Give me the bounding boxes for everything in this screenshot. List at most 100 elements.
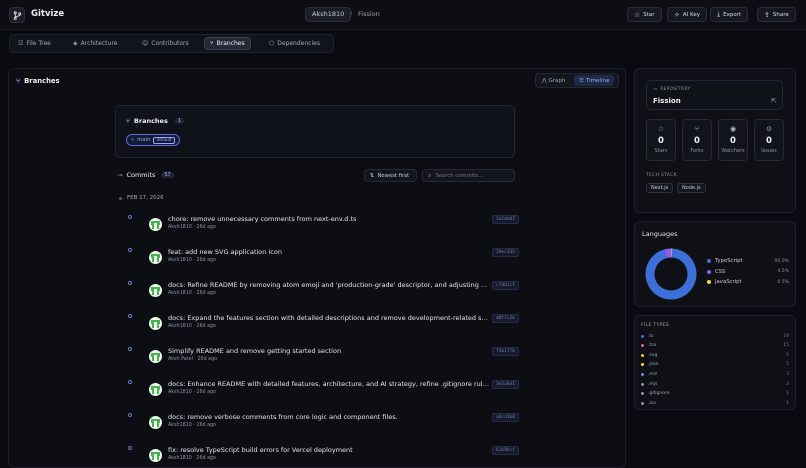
commit-time: 26d ago [196, 456, 216, 461]
commit-row[interactable]: docs: Enhance README with detailed featu… [119, 380, 519, 408]
file-type-ext: .ts [648, 333, 654, 339]
tab-file-tree[interactable]: ☷ File Tree [13, 37, 56, 50]
stat-value: 0 [766, 136, 772, 146]
tab-label: File Tree [26, 40, 51, 47]
commit-hash[interactable]: f3b1f7b [492, 347, 519, 356]
commit-time: 26d ago [196, 324, 216, 329]
star-button[interactable]: ☆ Star [627, 7, 662, 22]
file-type-row: .tsx 15 [641, 342, 789, 350]
commit-message[interactable]: docs: Enhance README with detailed featu… [168, 380, 490, 388]
commit-row[interactable]: feat: add new SVG application icon Aksh18… [119, 248, 519, 276]
avatar [149, 218, 162, 231]
sort-button[interactable]: ⇅ Newest first [364, 169, 417, 182]
commit-meta: Aksh1810 · 26d ago [168, 291, 216, 296]
commit-hash[interactable]: a6cd3b8 [492, 413, 519, 422]
commit-message[interactable]: chore: remove unnecessary comments from … [168, 215, 490, 223]
tech-chip-nextjs: Next.js [646, 183, 674, 193]
commit-hash[interactable]: 61b9bcf [492, 446, 519, 455]
legend-swatch [707, 280, 711, 284]
file-tree-icon: ☷ [18, 40, 24, 47]
export-button[interactable]: ⤓ Export [710, 7, 749, 22]
commit-row[interactable]: fix: resolve TypeScript build errors for… [119, 446, 519, 467]
commit-row[interactable]: docs: Expand the features section with d… [119, 314, 519, 342]
file-type-ext: .tsx [648, 343, 657, 349]
commit-row[interactable]: Simplify README and remove getting start… [119, 347, 519, 375]
ai-key-button[interactable]: ✧ AI Key [667, 7, 707, 22]
branch-pill-main[interactable]: ⑂ main default [126, 134, 180, 146]
file-type-row: .json 5 [641, 361, 789, 369]
commit-message[interactable]: docs: Expand the features section with d… [168, 314, 490, 322]
panel-title: Branches [24, 77, 60, 85]
commit-row[interactable]: chore: remove unnecessary comments from … [119, 215, 519, 243]
commit-author: Aksh1810 [168, 390, 192, 395]
commit-search[interactable]: ⌕ [422, 169, 515, 182]
branch-count-badge: 1 [174, 118, 185, 124]
repository-label-text: REPOSITORY [660, 87, 691, 92]
commits-title: Commits [126, 171, 156, 179]
timeline-node-icon [128, 347, 132, 351]
language-name: JavaScript [715, 279, 742, 285]
external-link-icon[interactable]: ⇱ [771, 97, 777, 105]
file-type-count: 1 [786, 400, 789, 406]
file-type-row: .ts 19 [641, 332, 789, 340]
repository-panel: ▭ REPOSITORY Fission ⇱ ☆ 0 Stars ⑂ 0 Fork… [634, 68, 796, 213]
commit-hash[interactable]: 3e5a0d1 [492, 380, 519, 389]
commit-time: 26d ago [196, 225, 216, 230]
commit-meta: Aksh1810 · 26d ago [168, 225, 216, 230]
file-type-row: .gitignore 1 [641, 390, 789, 398]
tech-stack-label: TECH STACK [646, 173, 677, 178]
sort-label: Newest first [377, 172, 410, 179]
commit-hash[interactable]: d8f7c2b [492, 314, 519, 323]
file-type-swatch [641, 372, 644, 376]
tab-architecture[interactable]: ◈ Architecture [68, 37, 122, 50]
star-button-label: Star [643, 11, 655, 18]
commit-time: 26d ago [197, 357, 218, 362]
file-type-ext: .mjs [648, 381, 658, 387]
commit-hash[interactable]: c7d61cf [492, 281, 519, 290]
graph-icon: ⋀ [542, 77, 547, 84]
commit-hash[interactable]: 3a5da07 [492, 215, 519, 224]
commit-message[interactable]: feat: add new SVG application icon [168, 248, 490, 256]
tab-branches[interactable]: ⑂ Branches [204, 37, 251, 50]
commit-message[interactable]: Simplify README and remove getting start… [168, 347, 490, 355]
tab-dependencies[interactable]: ⬡ Dependencies [264, 37, 325, 50]
commit-author: Aksh1810 [168, 258, 192, 263]
breadcrumb-owner[interactable]: Aksh1810 [305, 7, 352, 22]
branches-card-title: Branches [133, 117, 168, 125]
app-title: Gitvize [31, 9, 65, 19]
commit-hash[interactable]: 39ec335 [492, 248, 519, 257]
branch-name: main [137, 137, 151, 143]
commit-search-input[interactable] [435, 172, 506, 179]
commit-message[interactable]: docs: remove verbose comments from core … [168, 413, 490, 421]
avatar [149, 383, 162, 396]
stat-label: Forks [690, 148, 704, 154]
git-branch-icon [13, 10, 21, 20]
file-type-count: 1 [786, 391, 789, 397]
commit-message[interactable]: fix: resolve TypeScript build errors for… [168, 446, 490, 454]
language-percent: 95.0% [774, 258, 789, 264]
file-type-count: 3 [786, 371, 789, 377]
avatar [149, 317, 162, 330]
breadcrumb-repo[interactable]: Fission [358, 10, 380, 18]
sort-icon: ⇅ [370, 172, 375, 179]
commit-row[interactable]: docs: remove verbose comments from core … [119, 413, 519, 441]
tab-contributors[interactable]: ☺ Contributors [137, 37, 194, 50]
commit-message[interactable]: docs: Refine README by removing atom emo… [168, 281, 490, 289]
stat-issues: ⊙ 0 Issues [754, 119, 784, 161]
commit-row[interactable]: docs: Refine README by removing atom emo… [119, 281, 519, 309]
app-logo[interactable] [9, 7, 25, 23]
timeline-toggle-button[interactable]: ☰ Timeline [574, 75, 615, 86]
timeline-node-icon [128, 446, 132, 450]
commit-author: Aksh1810 [168, 423, 192, 428]
commit-author: Aksh1810 [168, 324, 192, 329]
commit-author: Aksh1810 [168, 291, 192, 296]
graph-toggle-button[interactable]: ⋀ Graph [538, 76, 569, 85]
file-type-row: .ico 1 [641, 399, 789, 407]
share-button[interactable]: ⇪ Share [757, 7, 796, 22]
donut-slice-css [664, 248, 672, 259]
git-branch-icon: ⑂ [16, 77, 21, 85]
file-type-swatch [641, 334, 644, 338]
file-type-ext: .md [648, 371, 657, 377]
file-type-count: 2 [786, 381, 789, 387]
language-name: CSS [715, 268, 726, 275]
